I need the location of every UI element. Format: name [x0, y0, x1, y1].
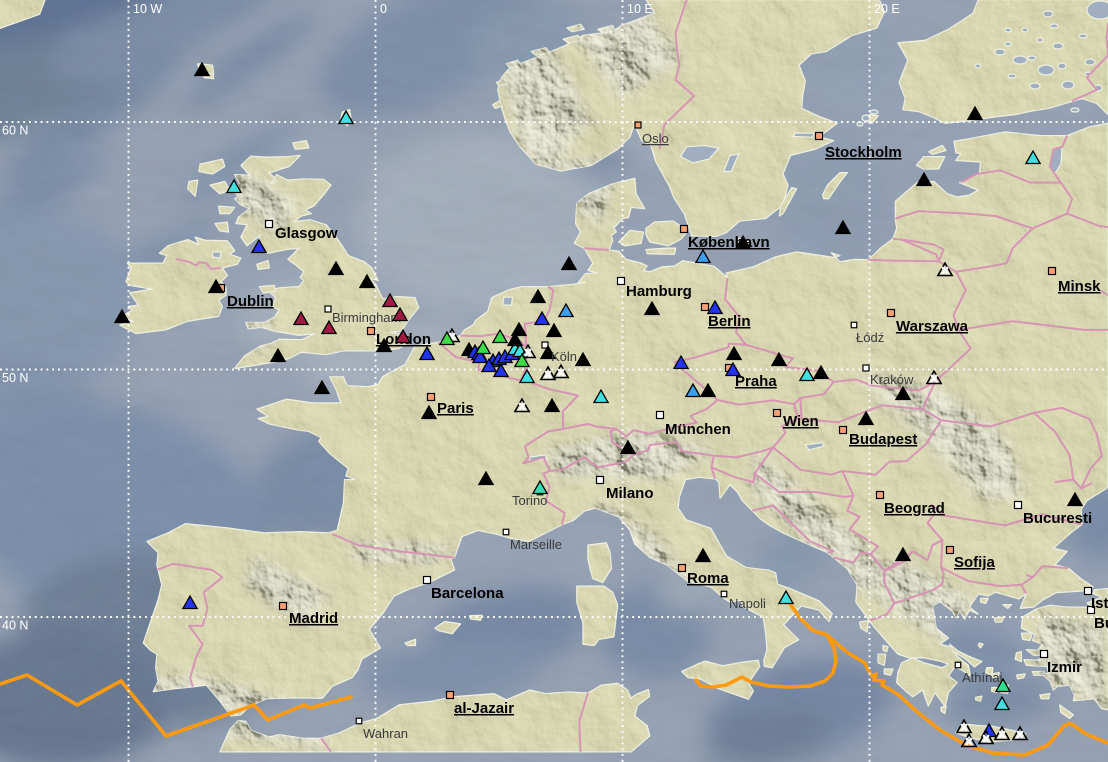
svg-text:Istanbul: Istanbul: [1091, 595, 1108, 612]
svg-text:Berlin: Berlin: [708, 313, 751, 330]
svg-text:Madrid: Madrid: [289, 610, 338, 627]
svg-text:20 E: 20 E: [874, 2, 900, 16]
svg-text:Dublin: Dublin: [227, 293, 274, 310]
svg-text:Wien: Wien: [783, 413, 819, 430]
svg-text:København: København: [688, 234, 770, 251]
svg-text:Napoli: Napoli: [729, 596, 766, 611]
svg-text:Beograd: Beograd: [884, 500, 945, 517]
svg-text:Paris: Paris: [437, 400, 474, 417]
svg-text:Kraków: Kraków: [870, 372, 914, 387]
svg-text:Birmingham: Birmingham: [332, 310, 401, 325]
svg-text:40 N: 40 N: [2, 619, 28, 633]
svg-text:Warszawa: Warszawa: [896, 318, 969, 335]
svg-text:Bucuresti: Bucuresti: [1023, 510, 1092, 527]
svg-text:Barcelona: Barcelona: [431, 585, 504, 602]
svg-text:10 W: 10 W: [133, 2, 162, 16]
svg-text:Oslo: Oslo: [642, 131, 669, 146]
svg-text:0: 0: [380, 2, 387, 16]
svg-text:60 N: 60 N: [2, 124, 28, 138]
svg-text:Bursa: Bursa: [1094, 615, 1108, 632]
svg-text:10 E: 10 E: [627, 2, 653, 16]
svg-text:Torino: Torino: [512, 493, 547, 508]
svg-text:Izmir: Izmir: [1047, 659, 1082, 676]
svg-text:Wahran: Wahran: [363, 726, 408, 741]
svg-text:Minsk: Minsk: [1058, 278, 1101, 295]
svg-text:Stockholm: Stockholm: [825, 144, 902, 161]
svg-text:Praha: Praha: [735, 373, 777, 390]
svg-text:München: München: [665, 421, 731, 438]
svg-text:Marseille: Marseille: [510, 537, 562, 552]
svg-text:Milano: Milano: [606, 485, 654, 502]
svg-text:Sofija: Sofija: [954, 554, 995, 571]
svg-text:Athínai: Athínai: [962, 670, 1003, 685]
svg-text:al-Jazair: al-Jazair: [454, 700, 514, 717]
svg-text:Budapest: Budapest: [849, 431, 917, 448]
svg-text:Hamburg: Hamburg: [626, 283, 692, 300]
svg-text:50 N: 50 N: [2, 371, 28, 385]
svg-text:Glasgow: Glasgow: [275, 225, 338, 242]
svg-text:Roma: Roma: [687, 570, 729, 587]
svg-text:Köln: Köln: [551, 349, 577, 364]
svg-text:Łódź: Łódź: [856, 330, 884, 345]
